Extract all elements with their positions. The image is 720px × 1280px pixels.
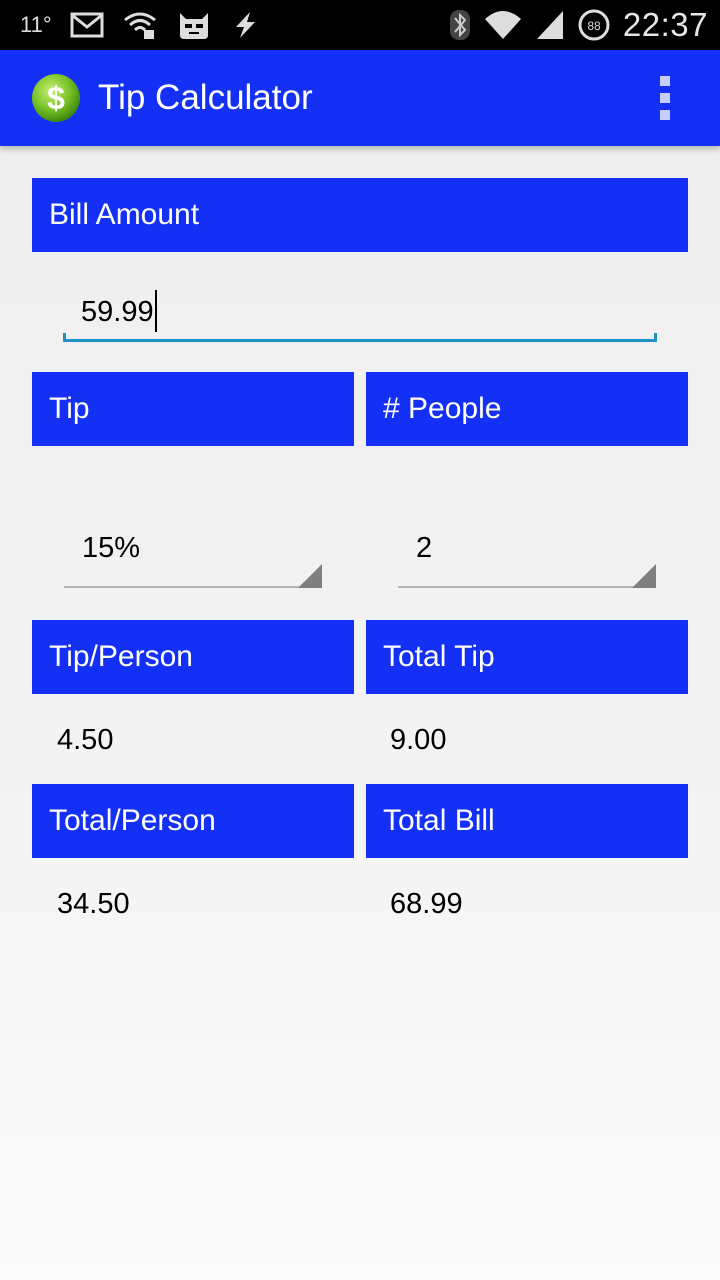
menu-dot bbox=[660, 76, 670, 86]
tip-header: Tip bbox=[32, 372, 354, 446]
battery-level-text: 88 bbox=[587, 19, 601, 33]
spinner-underline bbox=[64, 586, 322, 588]
signal-icon bbox=[536, 11, 563, 39]
status-bar-right: 88 22:37 bbox=[449, 0, 708, 50]
temperature-text: 11° bbox=[20, 12, 52, 37]
total-tip-header: Total Tip bbox=[366, 620, 688, 694]
input-underline-tick-right bbox=[654, 333, 657, 342]
people-count-spinner[interactable]: 2 bbox=[398, 518, 656, 588]
bill-amount-input[interactable]: 59.99 bbox=[63, 290, 657, 342]
tip-percent-spinner[interactable]: 15% bbox=[64, 518, 322, 588]
svg-text:$: $ bbox=[47, 80, 65, 116]
menu-dot bbox=[660, 93, 670, 103]
total-bill-header: Total Bill bbox=[366, 784, 688, 858]
input-underline-tick-left bbox=[63, 333, 66, 342]
dollar-coin-icon: $ bbox=[32, 74, 80, 122]
status-bar-left: 11° bbox=[20, 0, 260, 50]
spinner-corner-icon bbox=[298, 564, 322, 588]
total-per-person-value: 34.50 bbox=[57, 888, 130, 920]
total-tip-value: 9.00 bbox=[390, 724, 447, 756]
spinner-corner-icon bbox=[632, 564, 656, 588]
lightning-icon bbox=[235, 12, 255, 38]
input-underline bbox=[63, 339, 657, 342]
tip-percent-value: 15% bbox=[82, 532, 141, 564]
wifi-adb-icon bbox=[123, 12, 156, 39]
bluetooth-icon bbox=[449, 10, 470, 40]
tip-per-person-header: Tip/Person bbox=[32, 620, 354, 694]
total-per-person-header: Total/Person bbox=[32, 784, 354, 858]
text-caret bbox=[155, 290, 157, 332]
total-bill-value: 68.99 bbox=[390, 888, 463, 920]
cyanogen-mascot-icon bbox=[179, 13, 208, 39]
gmail-icon bbox=[70, 12, 104, 38]
people-count-value: 2 bbox=[416, 532, 433, 564]
overflow-menu-icon[interactable] bbox=[652, 76, 678, 120]
wifi-icon bbox=[484, 11, 521, 39]
menu-dot bbox=[660, 110, 670, 120]
spinner-underline bbox=[398, 586, 656, 588]
app-title: Tip Calculator bbox=[98, 78, 313, 117]
battery-icon: 88 bbox=[578, 9, 610, 41]
people-header: # People bbox=[366, 372, 688, 446]
tip-per-person-value: 4.50 bbox=[57, 724, 114, 756]
bill-amount-value: 59.99 bbox=[81, 296, 154, 328]
clock-text: 22:37 bbox=[622, 6, 708, 43]
status-bar: 11° 88 22:37 bbox=[0, 0, 720, 50]
action-bar: $ Tip Calculator bbox=[0, 50, 720, 146]
bill-amount-header: Bill Amount bbox=[32, 178, 688, 252]
